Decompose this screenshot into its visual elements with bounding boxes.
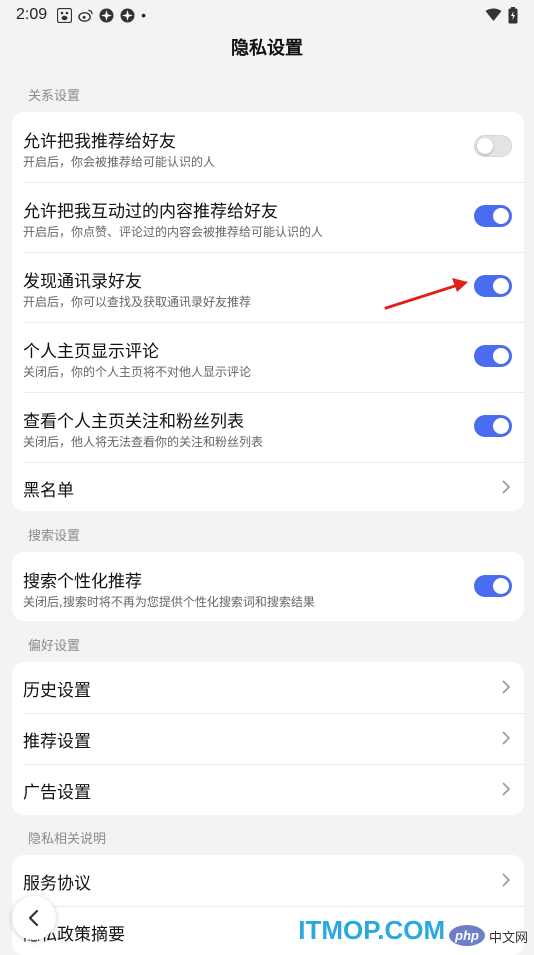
row-title: 查看个人主页关注和粉丝列表 [23, 412, 244, 432]
app-icon [120, 8, 135, 23]
back-button[interactable] [12, 896, 56, 940]
annotation-arrow [384, 278, 468, 310]
row-title: 搜索个性化推荐 [23, 572, 142, 592]
watermark: ITMOP.COM php 中文网 [298, 915, 528, 946]
toggle-contacts[interactable] [474, 275, 512, 297]
status-time: 2:09 [16, 6, 48, 23]
toggle-recommend-interactions[interactable] [474, 205, 512, 227]
toggle-show-comments[interactable] [474, 345, 512, 367]
watermark-cn: 中文网 [488, 931, 528, 946]
section-label-relations: 关系设置 [28, 89, 81, 104]
chevron-right-icon [502, 480, 511, 494]
page-title: 隐私设置 [231, 38, 303, 59]
wifi-icon [485, 8, 502, 22]
row-title: 个人主页显示评论 [23, 342, 159, 362]
chevron-right-icon [502, 782, 511, 796]
battery-icon [508, 6, 518, 24]
status-dot: • [141, 7, 147, 23]
setting-row-recommend-me: 允许把我推荐给好友 开启后，你会被推荐给可能认识的人 [12, 112, 524, 182]
chevron-right-icon [502, 680, 511, 694]
setting-row-recommend-interactions: 允许把我互动过的内容推荐给好友 开启后，你点赞、评论过的内容会被推荐给可能认识的… [12, 182, 524, 252]
recommend-settings-row[interactable]: 推荐设置 [12, 713, 524, 764]
section-label-search: 搜索设置 [28, 529, 81, 544]
blacklist-row[interactable]: 黑名单 [12, 462, 524, 511]
row-title: 黑名单 [23, 481, 74, 501]
row-title: 发现通讯录好友 [23, 272, 142, 292]
toggle-search-personalization[interactable] [474, 575, 512, 597]
weibo-icon [78, 8, 93, 23]
section-label-privacy-docs: 隐私相关说明 [28, 832, 107, 847]
baidu-icon [57, 7, 73, 23]
status-bar: 2:09 • [0, 0, 534, 30]
search-card: 搜索个性化推荐 关闭后,搜索时将不再为您提供个性化搜索词和搜索结果 [12, 552, 524, 621]
row-title: 推荐设置 [23, 732, 91, 752]
row-title: 广告设置 [23, 783, 91, 803]
service-agreement-row[interactable]: 服务协议 [12, 855, 524, 906]
setting-row-follow-lists: 查看个人主页关注和粉丝列表 关闭后，他人将无法查看你的关注和粉丝列表 [12, 392, 524, 462]
row-subtitle: 开启后，你可以查找及获取通讯录好友推荐 [23, 295, 252, 309]
chevron-right-icon [502, 731, 511, 745]
row-subtitle: 开启后，你点赞、评论过的内容会被推荐给可能认识的人 [23, 225, 324, 239]
watermark-php-logo: php [449, 925, 485, 946]
back-arrow-icon [28, 909, 39, 927]
app-icon [99, 8, 114, 23]
row-title: 历史设置 [23, 681, 91, 701]
preferences-card: 历史设置 推荐设置 广告设置 [12, 662, 524, 815]
chevron-right-icon [502, 873, 511, 887]
history-settings-row[interactable]: 历史设置 [12, 662, 524, 713]
section-label-preferences: 偏好设置 [28, 639, 81, 654]
toggle-recommend-me[interactable] [474, 135, 512, 157]
row-title: 允许把我推荐给好友 [23, 132, 176, 152]
ad-settings-row[interactable]: 广告设置 [12, 764, 524, 815]
row-subtitle: 关闭后，你的个人主页将不对他人显示评论 [23, 365, 252, 379]
row-subtitle: 开启后，你会被推荐给可能认识的人 [23, 155, 216, 169]
toggle-follow-lists[interactable] [474, 415, 512, 437]
row-subtitle: 关闭后,搜索时将不再为您提供个性化搜索词和搜索结果 [23, 595, 315, 609]
row-subtitle: 关闭后，他人将无法查看你的关注和粉丝列表 [23, 435, 264, 449]
setting-row-show-comments: 个人主页显示评论 关闭后，你的个人主页将不对他人显示评论 [12, 322, 524, 392]
row-title: 允许把我互动过的内容推荐给好友 [23, 202, 278, 222]
setting-row-search-personalization: 搜索个性化推荐 关闭后,搜索时将不再为您提供个性化搜索词和搜索结果 [12, 552, 524, 621]
watermark-brand: ITMOP.COM [298, 915, 446, 945]
row-title: 服务协议 [23, 874, 91, 894]
